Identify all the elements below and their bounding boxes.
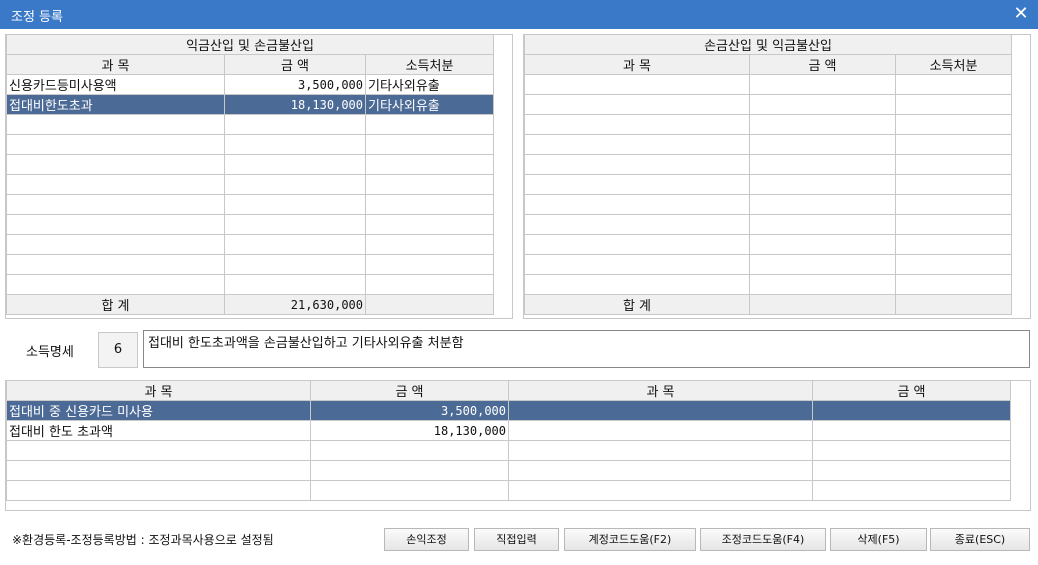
account-code-help-button[interactable]: 계정코드도움(F2) bbox=[564, 528, 696, 551]
empty-row[interactable] bbox=[524, 74, 1013, 95]
direct-input-button[interactable]: 직접입력 bbox=[474, 528, 559, 551]
total-row: 합 계 21,630,000 bbox=[6, 294, 495, 315]
col-header-amount-1: 금 액 bbox=[310, 380, 509, 401]
empty-row[interactable] bbox=[524, 194, 1013, 215]
empty-row[interactable] bbox=[524, 94, 1013, 115]
empty-row[interactable] bbox=[524, 174, 1013, 195]
right-grid-caption: 손금산입 및 익금불산입 bbox=[523, 34, 1013, 55]
right-grid: 손금산입 및 익금불산입 과 목 금 액 소득처분 합 계 bbox=[523, 34, 1013, 315]
col-header-subject-2: 과 목 bbox=[508, 380, 813, 401]
cell-amount[interactable] bbox=[812, 420, 1011, 441]
cell-subject[interactable]: 접대비 중 신용카드 미사용 bbox=[6, 400, 311, 421]
empty-row[interactable] bbox=[524, 214, 1013, 235]
empty-row[interactable] bbox=[524, 274, 1013, 295]
col-header-amount: 금 액 bbox=[224, 54, 366, 75]
exit-button[interactable]: 종료(ESC) bbox=[930, 528, 1030, 551]
income-description-field[interactable]: 접대비 한도초과액을 손금불산입하고 기타사외유출 처분함 bbox=[143, 330, 1030, 368]
empty-row[interactable] bbox=[524, 134, 1013, 155]
empty-row[interactable] bbox=[6, 114, 495, 135]
total-amount: 21,630,000 bbox=[224, 294, 366, 315]
col-header-amount-2: 금 액 bbox=[812, 380, 1011, 401]
empty-row[interactable] bbox=[6, 254, 495, 275]
col-header-disposal: 소득처분 bbox=[364, 54, 495, 75]
table-row[interactable]: 신용카드등미사용액 3,500,000 기타사외유출 bbox=[6, 74, 495, 95]
cell-subject[interactable] bbox=[508, 420, 813, 441]
total-label: 합 계 bbox=[6, 294, 225, 315]
total-row: 합 계 bbox=[524, 294, 1013, 315]
cell-disposal[interactable]: 기타사외유출 bbox=[364, 94, 495, 115]
empty-row[interactable] bbox=[6, 234, 495, 255]
income-code-field[interactable]: 6 bbox=[98, 332, 138, 368]
table-row-selected[interactable]: 접대비한도초과 18,130,000 기타사외유출 bbox=[6, 94, 495, 115]
col-header-subject: 과 목 bbox=[524, 54, 750, 75]
empty-row[interactable] bbox=[6, 274, 495, 295]
cell-subject[interactable]: 접대비 한도 초과액 bbox=[6, 420, 311, 441]
empty-row[interactable] bbox=[6, 460, 1011, 481]
empty-row[interactable] bbox=[524, 254, 1013, 275]
total-label: 합 계 bbox=[524, 294, 750, 315]
col-header-disposal: 소득처분 bbox=[894, 54, 1013, 75]
table-row[interactable]: 접대비 한도 초과액 18,130,000 bbox=[6, 420, 1011, 441]
empty-row[interactable] bbox=[6, 154, 495, 175]
cell-subject[interactable] bbox=[508, 400, 813, 421]
col-header-subject: 과 목 bbox=[6, 54, 225, 75]
col-header-amount: 금 액 bbox=[749, 54, 896, 75]
cell-subject[interactable]: 접대비한도초과 bbox=[6, 94, 225, 115]
delete-button[interactable]: 삭제(F5) bbox=[830, 528, 927, 551]
cell-disposal[interactable]: 기타사외유출 bbox=[364, 74, 495, 95]
left-grid-caption: 익금산입 및 손금불산입 bbox=[5, 34, 495, 55]
empty-row[interactable] bbox=[6, 480, 1011, 501]
empty-row[interactable] bbox=[6, 214, 495, 235]
empty-row[interactable] bbox=[524, 234, 1013, 255]
empty-row[interactable] bbox=[524, 114, 1013, 135]
empty-row[interactable] bbox=[6, 194, 495, 215]
left-grid: 익금산입 및 손금불산입 과 목 금 액 소득처분 신용카드등미사용액 3,50… bbox=[5, 34, 495, 315]
profit-adjust-button[interactable]: 손익조정 bbox=[384, 528, 469, 551]
empty-row[interactable] bbox=[6, 174, 495, 195]
cell-amount[interactable]: 3,500,000 bbox=[310, 400, 509, 421]
adjust-code-help-button[interactable]: 조정코드도움(F4) bbox=[700, 528, 826, 551]
col-header-subject-1: 과 목 bbox=[6, 380, 311, 401]
cell-subject[interactable]: 신용카드등미사용액 bbox=[6, 74, 225, 95]
cell-amount[interactable]: 18,130,000 bbox=[310, 420, 509, 441]
cell-amount[interactable]: 3,500,000 bbox=[224, 74, 366, 95]
close-icon[interactable]: ✕ bbox=[1012, 3, 1030, 25]
settings-note: ※환경등록-조정등록방법 : 조정과목사용으로 설정됨 bbox=[12, 533, 274, 547]
table-row-selected[interactable]: 접대비 중 신용카드 미사용 3,500,000 bbox=[6, 400, 1011, 421]
bottom-grid: 과 목 금 액 과 목 금 액 접대비 중 신용카드 미사용 3,500,000… bbox=[6, 380, 1011, 501]
empty-row[interactable] bbox=[524, 154, 1013, 175]
empty-row[interactable] bbox=[6, 134, 495, 155]
window-title: 조정 등록 bbox=[11, 10, 63, 25]
total-amount bbox=[749, 294, 896, 315]
title-bar: 조정 등록 ✕ bbox=[0, 0, 1038, 29]
empty-row[interactable] bbox=[6, 440, 1011, 461]
income-detail-label: 소득명세 bbox=[26, 345, 74, 360]
cell-amount[interactable] bbox=[812, 400, 1011, 421]
cell-amount[interactable]: 18,130,000 bbox=[224, 94, 366, 115]
